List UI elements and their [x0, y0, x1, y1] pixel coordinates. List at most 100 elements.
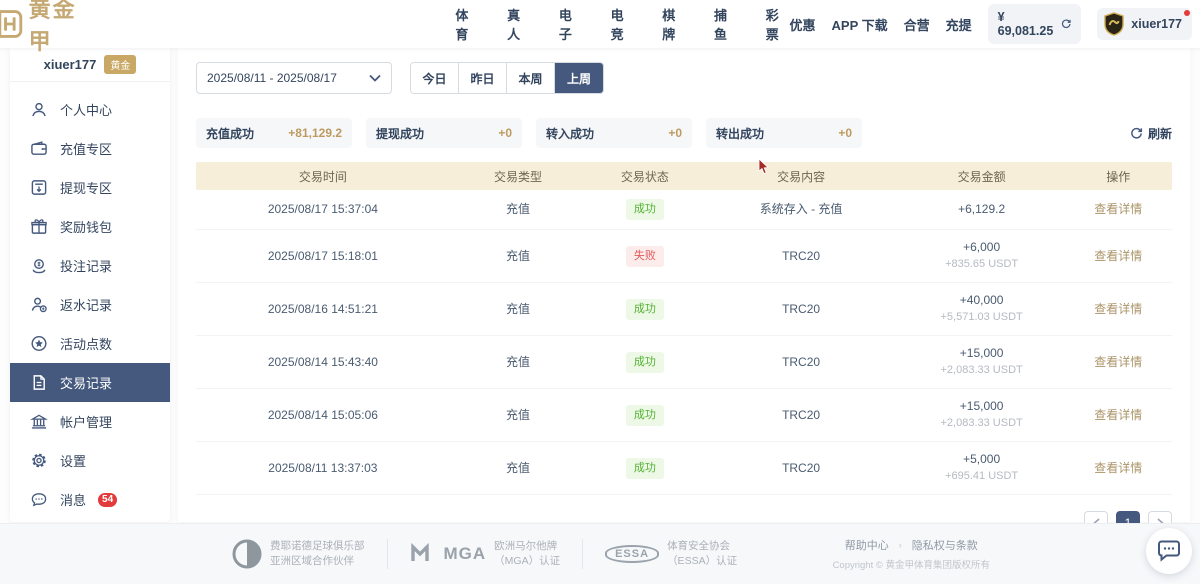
bet-record-icon	[30, 257, 48, 274]
mga-logo-icon	[410, 543, 436, 565]
balance-amount: ¥ 69,081.25	[998, 10, 1055, 38]
stat-withdraw-success: 提现成功 +0	[366, 118, 522, 148]
unread-count-badge: 54	[98, 493, 117, 507]
withdraw-terminal-icon	[30, 179, 48, 196]
sidebar-item-transaction-records[interactable]: 交易记录	[10, 363, 170, 402]
sidebar-item-personal-center[interactable]: 个人中心	[10, 90, 170, 129]
help-center-link[interactable]: 帮助中心	[845, 537, 889, 553]
link-app-download[interactable]: APP 下载	[832, 15, 888, 34]
link-deposit-withdraw[interactable]: 充提	[946, 15, 972, 34]
cell-amount: +15,000+2,083.33 USDT	[899, 345, 1065, 379]
sidebar-item-bet-records[interactable]: 投注记录	[10, 246, 170, 285]
table-row: 2025/08/17 15:18:01 充值 失败 TRC20 +6,000+8…	[196, 230, 1172, 283]
cell-type: 充值	[450, 248, 587, 265]
sidebar-item-label: 活动点数	[60, 334, 112, 353]
user-menu[interactable]: xiuer177	[1097, 8, 1192, 40]
person-icon	[30, 101, 48, 118]
nav-cards[interactable]: 棋牌	[662, 5, 686, 43]
brand-logo[interactable]: 黄金甲	[0, 0, 97, 56]
stat-value: +0	[838, 126, 852, 140]
balance-display[interactable]: ¥ 69,081.25	[988, 4, 1082, 44]
stat-value: +81,129.2	[288, 126, 342, 140]
sidebar-item-label: 消息	[60, 490, 86, 509]
sidebar-item-withdraw[interactable]: 提现专区	[10, 168, 170, 207]
status-badge: 成功	[626, 405, 664, 426]
view-details-link[interactable]: 查看详情	[1065, 460, 1172, 477]
table-row: 2025/08/14 15:43:40 充值 成功 TRC20 +15,000+…	[196, 336, 1172, 389]
summary-stats: 充值成功 +81,129.2 提现成功 +0 转入成功 +0 转出成功 +0 刷…	[196, 118, 1172, 148]
col-header-action: 操作	[1065, 168, 1172, 185]
brand-logo-icon	[0, 9, 25, 39]
chevron-down-icon	[369, 74, 381, 82]
nav-live[interactable]: 真人	[507, 5, 531, 43]
view-details-link[interactable]: 查看详情	[1065, 248, 1172, 265]
view-details-link[interactable]: 查看详情	[1065, 354, 1172, 371]
vip-level-badge: 黄金	[104, 55, 136, 74]
sidebar-item-account-management[interactable]: 帐户管理	[10, 402, 170, 441]
message-bubble-icon	[30, 491, 48, 508]
period-tabs: 今日 昨日 本周 上周	[410, 62, 604, 94]
stat-transfer-out-success: 转出成功 +0	[706, 118, 862, 148]
view-details-link[interactable]: 查看详情	[1065, 301, 1172, 318]
sidebar-item-reward-wallet[interactable]: 奖励钱包	[10, 207, 170, 246]
privacy-terms-link[interactable]: 隐私权与条款	[912, 537, 978, 553]
gift-icon	[30, 218, 48, 235]
sidebar-item-rebate-records[interactable]: 返水记录	[10, 285, 170, 324]
cert-text: 欧洲马尔他牌 （MGA）认证	[494, 539, 560, 569]
header-username: xiuer177	[1131, 17, 1182, 31]
live-chat-button[interactable]	[1146, 528, 1192, 574]
nav-fishing[interactable]: 捕鱼	[714, 5, 738, 43]
stat-transfer-in-success: 转入成功 +0	[536, 118, 692, 148]
cell-status: 成功	[586, 405, 703, 426]
footer: 费耶诺德足球俱乐部 亚洲区域合作伙伴 MGA 欧洲马尔他牌 （MGA）认证 ES…	[0, 523, 1200, 584]
top-header: 黄金甲 体育 真人 电子 电竞 棋牌 捕鱼 彩票 优惠 APP 下载 合营 充提…	[0, 0, 1200, 48]
refresh-label: 刷新	[1148, 125, 1172, 142]
nav-sports[interactable]: 体育	[455, 5, 479, 43]
avatar-shield-icon	[1103, 12, 1125, 36]
link-partnership[interactable]: 合营	[904, 15, 930, 34]
nav-slots[interactable]: 电子	[559, 5, 583, 43]
refresh-button[interactable]: 刷新	[1130, 125, 1172, 142]
view-details-link[interactable]: 查看详情	[1065, 407, 1172, 424]
cert-essa: ESSA 体育安全协会 （ESSA）认证	[582, 539, 759, 569]
cell-type: 充值	[450, 407, 587, 424]
cell-content: TRC20	[703, 354, 898, 371]
chat-bubble-icon	[1157, 540, 1181, 562]
sidebar-item-messages[interactable]: 消息 54	[10, 480, 170, 519]
refresh-balance-icon[interactable]	[1061, 18, 1071, 30]
wallet-icon	[30, 140, 48, 157]
cert-mga: MGA 欧洲马尔他牌 （MGA）认证	[387, 539, 583, 569]
cell-amount: +15,000+2,083.33 USDT	[899, 398, 1065, 432]
sidebar-item-settings[interactable]: 设置	[10, 441, 170, 480]
transactions-table: 交易时间 交易类型 交易状态 交易内容 交易金额 操作 2025/08/17 1…	[196, 162, 1172, 495]
nav-lottery[interactable]: 彩票	[766, 5, 790, 43]
view-details-link[interactable]: 查看详情	[1065, 201, 1172, 218]
footer-right: 帮助中心 › 隐私权与条款 Copyright © 黄金甲体育集团版权所有	[833, 537, 990, 571]
sidebar-item-deposit[interactable]: 充值专区	[10, 129, 170, 168]
stat-value: +0	[498, 126, 512, 140]
sidebar-item-label: 提现专区	[60, 178, 112, 197]
col-header-content: 交易内容	[703, 168, 898, 185]
cell-status: 成功	[586, 199, 703, 220]
tab-yesterday[interactable]: 昨日	[459, 63, 507, 93]
stat-label: 充值成功	[206, 125, 254, 142]
date-range-select[interactable]: 2025/08/11 - 2025/08/17	[196, 62, 392, 94]
nav-esports[interactable]: 电竞	[611, 5, 635, 43]
sidebar-item-activity-points[interactable]: 活动点数	[10, 324, 170, 363]
tab-today[interactable]: 今日	[411, 63, 459, 93]
cell-content: TRC20	[703, 460, 898, 477]
status-badge: 失败	[626, 246, 664, 267]
main-nav: 体育 真人 电子 电竞 棋牌 捕鱼 彩票	[455, 5, 789, 43]
tab-last-week[interactable]: 上周	[555, 63, 603, 93]
tab-this-week[interactable]: 本周	[507, 63, 555, 93]
link-promotions[interactable]: 优惠	[790, 15, 816, 34]
col-header-type: 交易类型	[450, 168, 587, 185]
cell-content: TRC20	[703, 407, 898, 424]
cell-status: 成功	[586, 299, 703, 320]
bank-icon	[30, 413, 48, 430]
col-header-status: 交易状态	[586, 168, 703, 185]
sidebar-menu: 个人中心 充值专区 提现专区 奖励钱包 投注记录 返水记录	[10, 82, 170, 519]
sidebar-item-label: 奖励钱包	[60, 217, 112, 236]
filter-row: 2025/08/11 - 2025/08/17 今日 昨日 本周 上周	[196, 62, 1172, 94]
header-right: 优惠 APP 下载 合营 充提 ¥ 69,081.25 xiuer177	[790, 4, 1193, 44]
